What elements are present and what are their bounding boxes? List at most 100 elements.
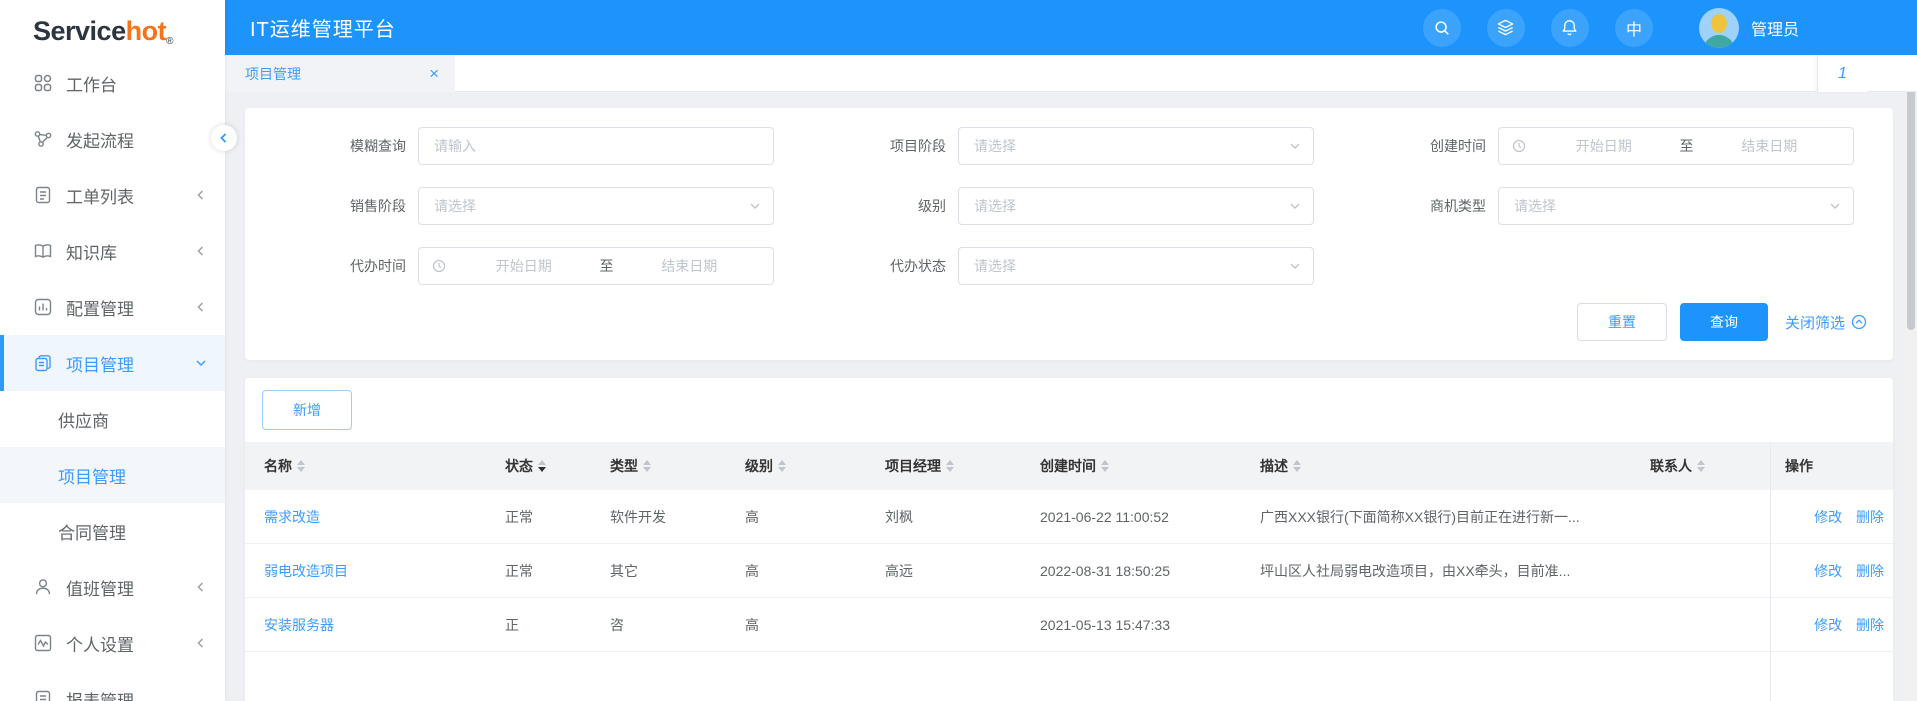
- edit-link[interactable]: 修改: [1814, 509, 1842, 525]
- username[interactable]: 管理员: [1751, 16, 1799, 40]
- date-range-separator: 至: [598, 256, 616, 276]
- filter-project-stage: 项目阶段 请选择: [785, 127, 1325, 165]
- sort-icon[interactable]: [1101, 456, 1109, 476]
- project-name-link[interactable]: 安装服务器: [264, 617, 334, 633]
- column-header-level[interactable]: 级别: [735, 456, 875, 476]
- sort-icon[interactable]: [778, 456, 786, 476]
- sidebar-subitem-suppliers[interactable]: 供应商: [0, 391, 225, 447]
- reset-button[interactable]: 重置: [1577, 303, 1667, 341]
- filter-empty-cell: [1325, 247, 1893, 285]
- sort-icon[interactable]: [1697, 456, 1705, 476]
- project-name-link[interactable]: 弱电改造项目: [264, 563, 348, 579]
- sort-icon[interactable]: [643, 456, 651, 476]
- filter-todo-time: 代办时间 开始日期 至 结束日期: [245, 247, 785, 285]
- created-time-range-picker[interactable]: 开始日期 至 结束日期: [1498, 127, 1854, 165]
- sort-icon[interactable]: [1293, 456, 1301, 476]
- column-header-manager[interactable]: 项目经理: [875, 456, 1030, 476]
- opportunity-type-select[interactable]: 请选择: [1498, 187, 1854, 225]
- chevron-down-icon: [749, 200, 761, 212]
- sort-icon[interactable]: [297, 456, 305, 476]
- project-stage-select[interactable]: 请选择: [958, 127, 1314, 165]
- fuzzy-query-input[interactable]: [418, 127, 774, 165]
- tab-project-management[interactable]: 项目管理 ×: [225, 55, 455, 92]
- column-header-type[interactable]: 类型: [600, 456, 735, 476]
- todo-time-range-picker[interactable]: 开始日期 至 结束日期: [418, 247, 774, 285]
- sidebar-item-workbench[interactable]: 工作台: [0, 55, 225, 111]
- column-header-contact[interactable]: 联系人: [1630, 456, 1770, 476]
- scrollbar-thumb[interactable]: [1907, 60, 1915, 330]
- column-header-status[interactable]: 状态: [495, 456, 600, 476]
- edit-link[interactable]: 修改: [1814, 617, 1842, 633]
- layers-button[interactable]: [1487, 9, 1525, 47]
- column-header-name[interactable]: 名称: [245, 456, 495, 476]
- project-name-link[interactable]: 需求改造: [264, 509, 320, 525]
- report-icon: [33, 689, 53, 701]
- avatar[interactable]: [1699, 8, 1739, 48]
- sidebar-collapse-button[interactable]: [211, 125, 237, 151]
- tab-bar: 项目管理 × 1: [225, 55, 1917, 92]
- sidebar-item-config-management[interactable]: 配置管理: [0, 279, 225, 335]
- sort-icon[interactable]: [946, 456, 954, 476]
- cell-description: 广西XXX银行(下面简称XX银行)目前正在进行新一...: [1250, 507, 1630, 527]
- sidebar-item-label: 项目管理: [66, 351, 134, 376]
- add-button[interactable]: 新增: [262, 390, 352, 430]
- vertical-scrollbar[interactable]: [1905, 55, 1917, 701]
- start-date-placeholder: 开始日期: [450, 256, 598, 276]
- sidebar-item-label: 发起流程: [66, 127, 134, 152]
- delete-link[interactable]: 删除: [1856, 617, 1884, 633]
- cell-operations: 修改 删除: [1770, 507, 1893, 527]
- sidebar-item-project-management[interactable]: 项目管理: [0, 335, 225, 391]
- sidebar-subitem-contract-management[interactable]: 合同管理: [0, 503, 225, 559]
- tab-pager[interactable]: 1: [1817, 55, 1867, 92]
- sidebar-item-report-management[interactable]: 报表管理: [0, 671, 225, 701]
- chevron-down-icon: [1289, 140, 1301, 152]
- cell-status: 正: [495, 615, 600, 635]
- cell-manager: 高远: [875, 561, 1030, 581]
- todo-status-select[interactable]: 请选择: [958, 247, 1314, 285]
- table-row: 安装服务器 正 咨 高 2021-05-13 15:47:33 修改 删除: [245, 598, 1893, 652]
- cell-operations: 修改 删除: [1770, 615, 1893, 635]
- sidebar-subitem-label: 供应商: [58, 407, 109, 432]
- chevron-left-icon: [195, 581, 207, 593]
- sales-stage-select[interactable]: 请选择: [418, 187, 774, 225]
- filter-label: 项目阶段: [785, 136, 958, 156]
- fixed-column-divider: [1770, 442, 1771, 701]
- column-header-created[interactable]: 创建时间: [1030, 456, 1250, 476]
- chevron-down-icon: [1289, 260, 1301, 272]
- brand-service: Service: [33, 16, 126, 47]
- sidebar-item-knowledge-base[interactable]: 知识库: [0, 223, 225, 279]
- header-actions: 中 管理员: [1397, 8, 1917, 48]
- sort-icon-desc-active[interactable]: [538, 456, 546, 476]
- cell-created: 2022-08-31 18:50:25: [1030, 563, 1250, 579]
- date-range-separator: 至: [1678, 136, 1696, 156]
- column-header-operations: 操作: [1770, 456, 1893, 476]
- close-filter-link[interactable]: 关闭筛选: [1785, 312, 1867, 333]
- end-date-placeholder: 结束日期: [616, 256, 764, 276]
- flow-icon: [33, 129, 53, 149]
- sidebar-item-duty-management[interactable]: 值班管理: [0, 559, 225, 615]
- start-date-placeholder: 开始日期: [1530, 136, 1678, 156]
- sidebar-item-work-orders[interactable]: 工单列表: [0, 167, 225, 223]
- delete-link[interactable]: 删除: [1856, 563, 1884, 579]
- sidebar-item-personal-settings[interactable]: 个人设置: [0, 615, 225, 671]
- close-icon[interactable]: ×: [429, 65, 439, 82]
- delete-link[interactable]: 删除: [1856, 509, 1884, 525]
- cell-created: 2021-05-13 15:47:33: [1030, 617, 1250, 633]
- edit-link[interactable]: 修改: [1814, 563, 1842, 579]
- cell-status: 正常: [495, 507, 600, 527]
- notifications-button[interactable]: [1551, 9, 1589, 47]
- sidebar-subitem-project-management[interactable]: 项目管理: [0, 447, 225, 503]
- search-button-primary[interactable]: 查询: [1680, 303, 1768, 341]
- language-button[interactable]: 中: [1615, 9, 1653, 47]
- sidebar-item-label: 个人设置: [66, 631, 134, 656]
- search-button[interactable]: [1423, 9, 1461, 47]
- book-icon: [33, 241, 53, 261]
- sidebar-item-start-process[interactable]: 发起流程: [0, 111, 225, 167]
- column-header-description[interactable]: 描述: [1250, 456, 1630, 476]
- search-icon: [1433, 19, 1451, 37]
- sidebar: Servicehot® 工作台 发起流程 工单列表 知识库 配置管理: [0, 0, 225, 701]
- language-badge: 中: [1626, 16, 1642, 40]
- level-select[interactable]: 请选择: [958, 187, 1314, 225]
- cell-created: 2021-06-22 11:00:52: [1030, 509, 1250, 525]
- cell-type: 咨: [600, 615, 735, 635]
